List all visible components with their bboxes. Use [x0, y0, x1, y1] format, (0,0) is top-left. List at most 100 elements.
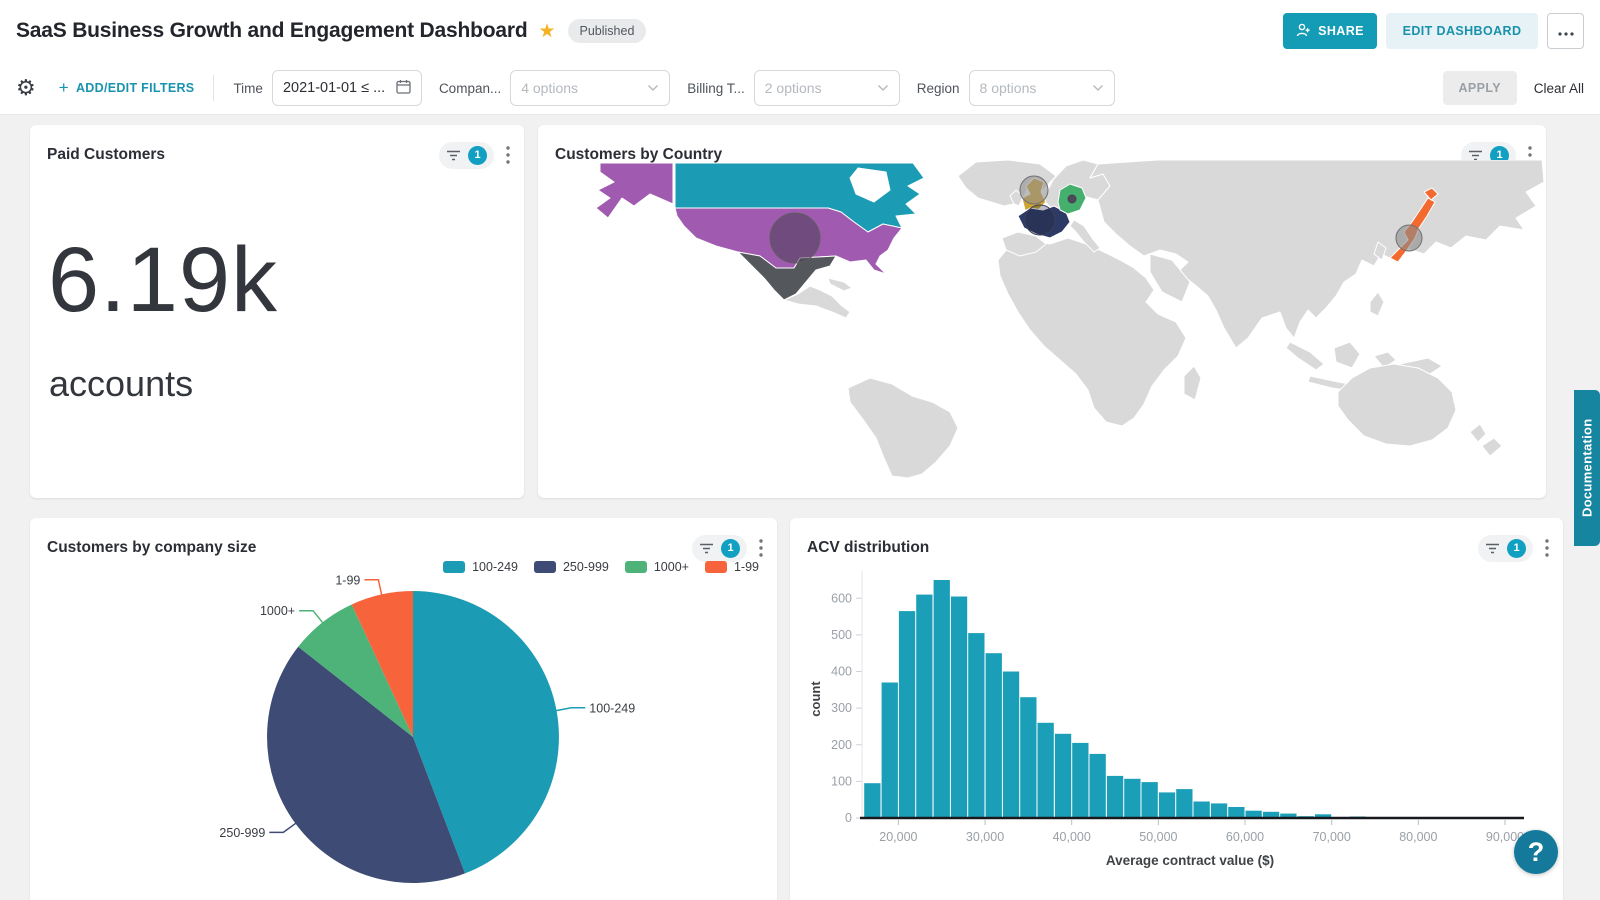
kebab-menu-icon[interactable] — [1545, 539, 1549, 557]
company-size-card: Customers by company size 1 100-249250-9… — [30, 518, 777, 900]
card-title: Paid Customers — [47, 146, 165, 164]
landmass-south-america — [848, 378, 958, 478]
widget-filter-chip[interactable]: 1 — [1478, 535, 1533, 562]
calendar-icon — [396, 79, 411, 98]
pie-label-line — [554, 708, 586, 711]
histogram-bar[interactable] — [899, 611, 915, 818]
histogram-bar[interactable] — [1176, 789, 1192, 818]
histogram-bar[interactable] — [882, 683, 898, 819]
x-tick-label: 40,000 — [1053, 830, 1091, 844]
landmass-sumatra — [1286, 342, 1324, 370]
y-tick-label: 300 — [831, 701, 852, 715]
add-edit-filters-button[interactable]: + ADD/EDIT FILTERS — [59, 78, 195, 98]
share-button[interactable]: SHARE — [1283, 13, 1377, 49]
landmass-caribbean — [828, 278, 852, 291]
histogram-bar[interactable] — [1107, 776, 1123, 818]
y-tick-label: 400 — [831, 665, 852, 679]
acv-distribution-card: ACV distribution 1 010020030040050060020… — [790, 518, 1563, 900]
billing-filter-select[interactable]: 2 options — [754, 70, 900, 106]
apply-button[interactable]: APPLY — [1443, 71, 1517, 105]
histogram-bar[interactable] — [1142, 782, 1158, 818]
x-tick-label: 30,000 — [966, 830, 1004, 844]
filter-label-time: Time — [233, 81, 263, 96]
paid-customers-card: Paid Customers 1 6.19k accounts — [30, 125, 524, 498]
histogram-bar[interactable] — [1194, 802, 1210, 819]
favorite-star-icon[interactable]: ★ — [538, 22, 555, 41]
time-filter-input[interactable]: 2021-01-01 ≤ ... — [272, 70, 422, 106]
company-filter-value: 4 options — [521, 80, 578, 96]
landmass-madagascar — [1184, 366, 1201, 400]
map-country-alaska[interactable] — [596, 163, 673, 218]
map-bubble-united-kingdom[interactable] — [1020, 176, 1048, 204]
histogram-bar[interactable] — [1090, 754, 1106, 818]
pie-label-line — [364, 580, 382, 598]
settings-gear-icon[interactable]: ⚙ — [16, 77, 36, 99]
billing-filter-value: 2 options — [765, 80, 822, 96]
app-header: SaaS Business Growth and Engagement Dash… — [0, 0, 1600, 62]
histogram-bar[interactable] — [1072, 743, 1088, 818]
x-tick-label: 20,000 — [879, 830, 917, 844]
histogram-bar[interactable] — [934, 580, 950, 818]
filter-icon — [1485, 543, 1500, 554]
pie-slice-label: 1-99 — [335, 573, 360, 587]
chevron-down-icon — [877, 81, 889, 95]
histogram-bar[interactable] — [986, 653, 1002, 818]
company-filter-select[interactable]: 4 options — [510, 70, 670, 106]
histogram-bar[interactable] — [1159, 792, 1175, 818]
pie-slice-label: 1000+ — [260, 604, 295, 618]
histogram-bar[interactable] — [864, 783, 880, 818]
share-person-icon — [1296, 23, 1311, 40]
histogram-bar[interactable] — [916, 595, 932, 818]
chevron-down-icon — [1092, 81, 1104, 95]
published-badge: Published — [568, 19, 647, 43]
customers-by-country-card: Customers by Country 1 — [538, 125, 1546, 498]
divider — [213, 75, 214, 101]
kpi-value: 6.19k — [48, 228, 278, 333]
share-button-label: SHARE — [1318, 24, 1364, 38]
plus-icon: + — [59, 78, 69, 98]
map-bubble-united-states[interactable] — [770, 213, 820, 263]
acv-histogram-chart: 010020030040050060020,00030,00040,00050,… — [790, 563, 1563, 873]
histogram-bar[interactable] — [1211, 803, 1227, 818]
ellipsis-icon — [1558, 24, 1574, 39]
filter-bar: ⚙ + ADD/EDIT FILTERS Time 2021-01-01 ≤ .… — [0, 62, 1600, 115]
x-tick-label: 50,000 — [1139, 830, 1177, 844]
kebab-menu-icon[interactable] — [506, 146, 510, 164]
histogram-bar[interactable] — [968, 633, 984, 818]
card-title: ACV distribution — [807, 539, 929, 557]
pie-label-line — [269, 822, 298, 833]
documentation-tab[interactable]: Documentation — [1574, 390, 1600, 546]
filter-icon — [446, 150, 461, 161]
pie-label-line — [299, 611, 324, 625]
histogram-bar[interactable] — [1228, 807, 1244, 818]
landmass-philippines — [1370, 292, 1384, 316]
filter-label-billing: Billing T... — [687, 81, 745, 96]
filter-count-badge: 1 — [468, 146, 487, 165]
histogram-bar[interactable] — [1124, 779, 1140, 818]
landmass-arabia — [1150, 254, 1190, 302]
widget-filter-chip[interactable]: 1 — [439, 142, 494, 169]
pie-slice-label: 100-249 — [589, 701, 635, 715]
map-bubble-germany[interactable] — [1068, 195, 1076, 203]
x-axis-title: Average contract value ($) — [1106, 853, 1274, 868]
histogram-bar[interactable] — [1055, 734, 1071, 818]
map-bubble-france[interactable] — [1025, 205, 1055, 235]
more-options-button[interactable] — [1547, 13, 1584, 49]
landmass-new-zealand — [1470, 424, 1502, 456]
y-tick-label: 0 — [845, 811, 852, 825]
histogram-bar[interactable] — [1020, 697, 1036, 818]
page-title: SaaS Business Growth and Engagement Dash… — [16, 19, 527, 43]
add-edit-filters-label: ADD/EDIT FILTERS — [76, 81, 194, 95]
edit-dashboard-button[interactable]: EDIT DASHBOARD — [1386, 13, 1538, 49]
pie-slice-label: 250-999 — [219, 826, 265, 840]
kpi-unit: accounts — [49, 363, 193, 405]
histogram-bar[interactable] — [1038, 723, 1054, 818]
histogram-bar[interactable] — [951, 597, 967, 819]
histogram-bar[interactable] — [1003, 672, 1019, 819]
clear-all-button[interactable]: Clear All — [1534, 81, 1584, 96]
region-filter-select[interactable]: 8 options — [969, 70, 1115, 106]
map-bubble-japan[interactable] — [1396, 225, 1422, 251]
help-button[interactable]: ? — [1514, 830, 1558, 874]
x-tick-label: 80,000 — [1399, 830, 1437, 844]
chevron-down-icon — [647, 81, 659, 95]
